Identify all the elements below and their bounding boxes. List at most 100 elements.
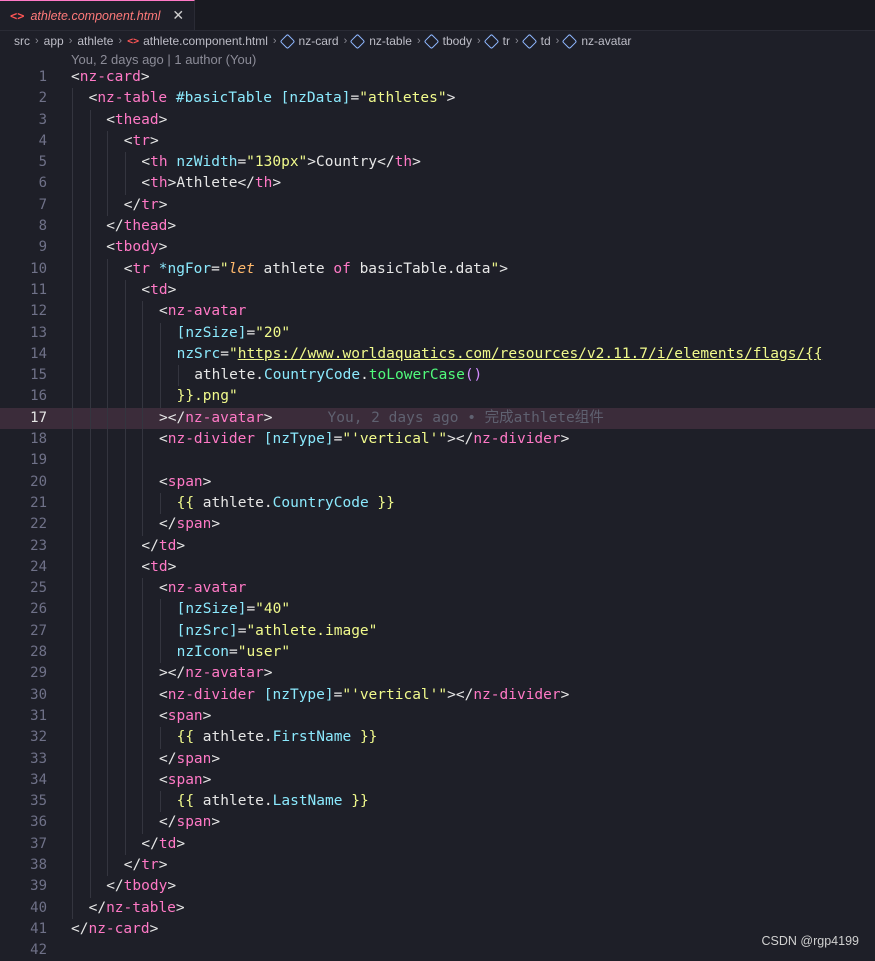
code-line[interactable]: 40 </nz-table> [0, 897, 875, 919]
code-line[interactable]: 25 <nz-avatar [0, 578, 875, 600]
token: > [149, 920, 159, 937]
code-line[interactable]: 17 ></nz-avatar> You, 2 days ago • 完成athle… [0, 407, 875, 430]
indent-guide [72, 194, 73, 217]
code-editor[interactable]: 1 <nz-card> 2 <nz-table #basicTable [nzData… [0, 67, 875, 961]
breadcrumb-item[interactable]: athlete [77, 34, 113, 48]
code-line[interactable]: 23 </td> [0, 535, 875, 557]
code-line[interactable]: 3 <thead> [0, 109, 875, 131]
indent-guide [142, 578, 144, 600]
line-number: 16 [30, 388, 47, 405]
tab-label: athlete.component.html [30, 8, 161, 23]
breadcrumb-item[interactable]: td [521, 33, 551, 49]
code-text: </nz-table> [89, 898, 185, 919]
html-icon: <> [127, 35, 140, 47]
code-text: <tbody> [106, 237, 167, 258]
code-line[interactable]: 9 <tbody> [0, 237, 875, 259]
code-line[interactable]: 20 <span> [0, 471, 875, 493]
breadcrumb-item[interactable]: tbody [423, 33, 472, 49]
blame-header[interactable]: You, 2 days ago | 1 author (You) [71, 52, 256, 67]
tab-athlete-component-html[interactable]: <> athlete.component.html ✕ [0, 0, 196, 30]
code-line[interactable]: 4 <tr> [0, 130, 875, 153]
code-line[interactable]: 13 [nzSize]="20" [0, 322, 875, 344]
code-line[interactable]: 26 [nzSize]="40" [0, 599, 875, 621]
line-number: 3 [38, 111, 47, 128]
token: "'vertical'" [342, 431, 448, 448]
code-line[interactable]: 14 nzSrc="https://www.worldaquatics.com/r… [0, 343, 875, 366]
code-line[interactable]: 37 </td> [0, 833, 875, 855]
indent-guide [142, 684, 144, 706]
token: </ [159, 516, 177, 533]
line-number: 17 [30, 409, 47, 426]
breadcrumb-item[interactable]: tr [483, 33, 510, 49]
code-line[interactable]: 10 <tr *ngFor="let athlete of basicTable.… [0, 258, 875, 280]
code-line[interactable]: 12 <nz-avatar [0, 301, 875, 323]
breadcrumb-item[interactable]: nz-card [279, 33, 339, 49]
code-text: nzIcon="user" [177, 642, 291, 663]
token: "40" [255, 601, 291, 618]
code-line[interactable]: 22 </span> [0, 514, 875, 536]
token: > [158, 111, 168, 128]
indent-guide [72, 130, 73, 153]
code-line[interactable]: 42 [0, 940, 875, 961]
code-line[interactable]: 15 athlete.CountryCode.toLowerCase() [0, 365, 875, 387]
code-line[interactable]: 39 </tbody> [0, 876, 875, 898]
code-line[interactable]: 33 </span> [0, 748, 875, 770]
indent-guide [72, 258, 73, 280]
code-line[interactable]: 21 {{ athlete.CountryCode }} [0, 492, 875, 515]
code-text: ></nz-avatar> You, 2 days ago • 完成athlete… [159, 408, 604, 429]
code-line[interactable]: 28 nzIcon="user" [0, 642, 875, 664]
code-line[interactable]: 19 [0, 450, 875, 472]
code-line[interactable]: 35 {{ athlete.LastName }} [0, 791, 875, 813]
breadcrumb-item[interactable]: src [14, 34, 30, 48]
breadcrumb-item[interactable]: nz-avatar [562, 33, 631, 49]
token: }} [377, 494, 395, 511]
token: > [446, 90, 456, 107]
indent-guide [124, 535, 126, 557]
code-line[interactable]: 7 </tr> [0, 194, 875, 217]
code-line[interactable]: 41 </nz-card> [0, 919, 875, 940]
token: > [560, 686, 570, 703]
code-line[interactable]: 38 </tr> [0, 854, 875, 877]
code-line[interactable]: 2 <nz-table #basicTable [nzData]="athlete… [0, 88, 875, 110]
close-icon[interactable]: ✕ [172, 7, 184, 24]
indent-guide [107, 450, 109, 472]
element-icon [349, 33, 366, 49]
token: tr [141, 856, 159, 873]
code-line[interactable]: 1 <nz-card> [0, 67, 875, 88]
code-line[interactable]: 16}}.png" [0, 386, 875, 408]
code-line[interactable]: 32 {{ athlete.FirstName }} [0, 727, 875, 749]
code-line[interactable]: 5 <th nzWidth="130px">Country</th> [0, 152, 875, 174]
breadcrumb-item[interactable]: app [44, 34, 64, 48]
indent-guide [124, 514, 126, 536]
code-line[interactable]: 31 <span> [0, 705, 875, 728]
indent-guide [89, 258, 91, 280]
token: < [123, 132, 133, 149]
token: </ [141, 835, 159, 852]
indent-guide [89, 748, 91, 770]
code-line[interactable]: 34 <span> [0, 769, 875, 792]
token: {{ [176, 729, 195, 746]
indent-guide [89, 535, 91, 557]
indent-guide [72, 578, 73, 600]
code-line[interactable]: 18 <nz-divider [nzType]="'vertical'"></nz… [0, 429, 875, 451]
code-line[interactable]: 6 <th>Athlete</th> [0, 173, 875, 195]
code-line[interactable]: 27 [nzSrc]="athlete.image" [0, 620, 875, 643]
code-line[interactable]: 11 <td> [0, 279, 875, 302]
token: "user" [237, 644, 291, 661]
code-text: <span> [159, 472, 211, 493]
indent-guide [72, 769, 73, 792]
code-line[interactable]: 29 ></nz-avatar> [0, 663, 875, 685]
indent-guide [142, 748, 144, 770]
breadcrumb-item[interactable]: nz-table [349, 33, 412, 49]
token: td [150, 558, 168, 575]
line-number: 30 [30, 686, 47, 703]
line-number: 15 [30, 367, 47, 384]
code-line[interactable]: 8 </thead> [0, 216, 875, 238]
code-line[interactable]: 36 </span> [0, 812, 875, 834]
indent-guide [124, 705, 126, 728]
token: > [211, 750, 221, 767]
code-text: </nz-card> [71, 919, 158, 940]
breadcrumb-item[interactable]: <> athlete.component.html [127, 34, 268, 48]
code-line[interactable]: 30 <nz-divider [nzType]="'vertical'"></nz… [0, 684, 875, 706]
code-line[interactable]: 24 <td> [0, 556, 875, 579]
